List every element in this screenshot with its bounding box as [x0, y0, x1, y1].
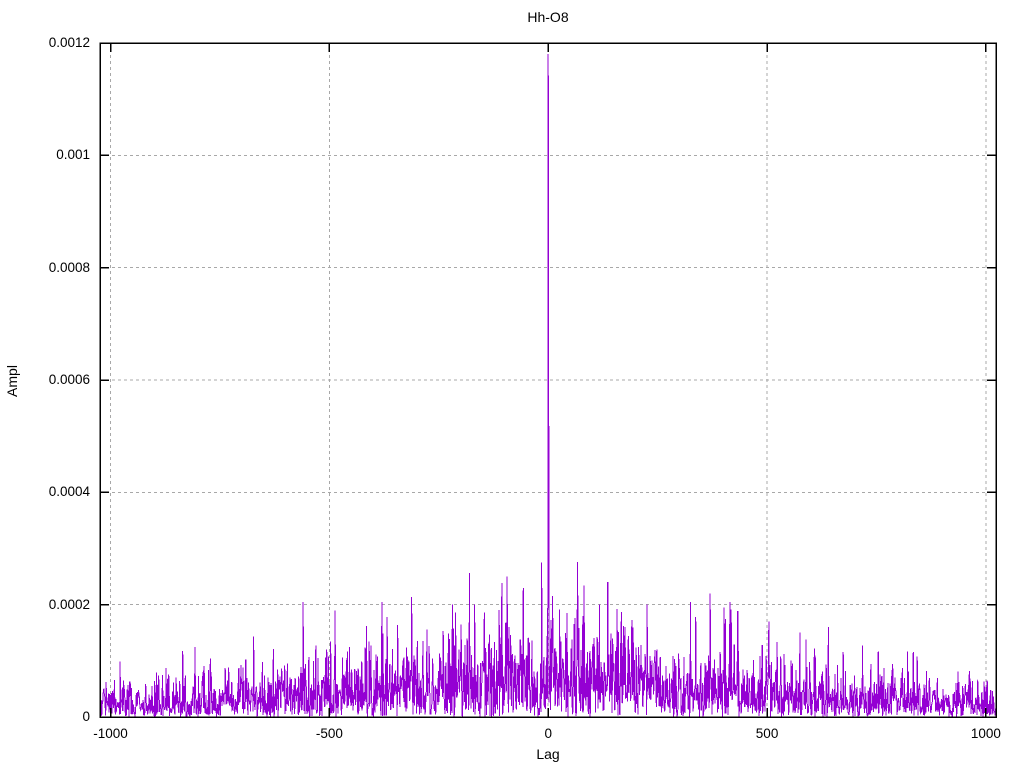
y-tick-label: 0.0008 [48, 259, 90, 275]
y-tick-label: 0.0004 [48, 484, 90, 500]
chart-title: Hh-O8 [527, 9, 569, 25]
series-line [99, 54, 997, 718]
y-tick-label: 0.0012 [48, 35, 90, 50]
x-tick-label: 1000 [970, 726, 1001, 741]
plot-svg [99, 42, 997, 718]
y-tick-label: 0.0002 [48, 596, 90, 612]
x-tick-label: 500 [755, 726, 779, 741]
chart-hh-o8: Hh-O8 Ampl Lag 0 0.0002 0.0004 0.0006 0.0008… [0, 0, 1024, 768]
y-tick-label: 0.0006 [48, 372, 90, 387]
x-tick-label: -500 [315, 726, 343, 741]
y-tick-label: 0 [82, 709, 90, 724]
x-tick-label: 0 [544, 726, 552, 741]
x-axis-label: Lag [536, 746, 560, 762]
y-tick-label: 0.001 [56, 147, 90, 163]
x-tick-label: -1000 [93, 726, 128, 741]
